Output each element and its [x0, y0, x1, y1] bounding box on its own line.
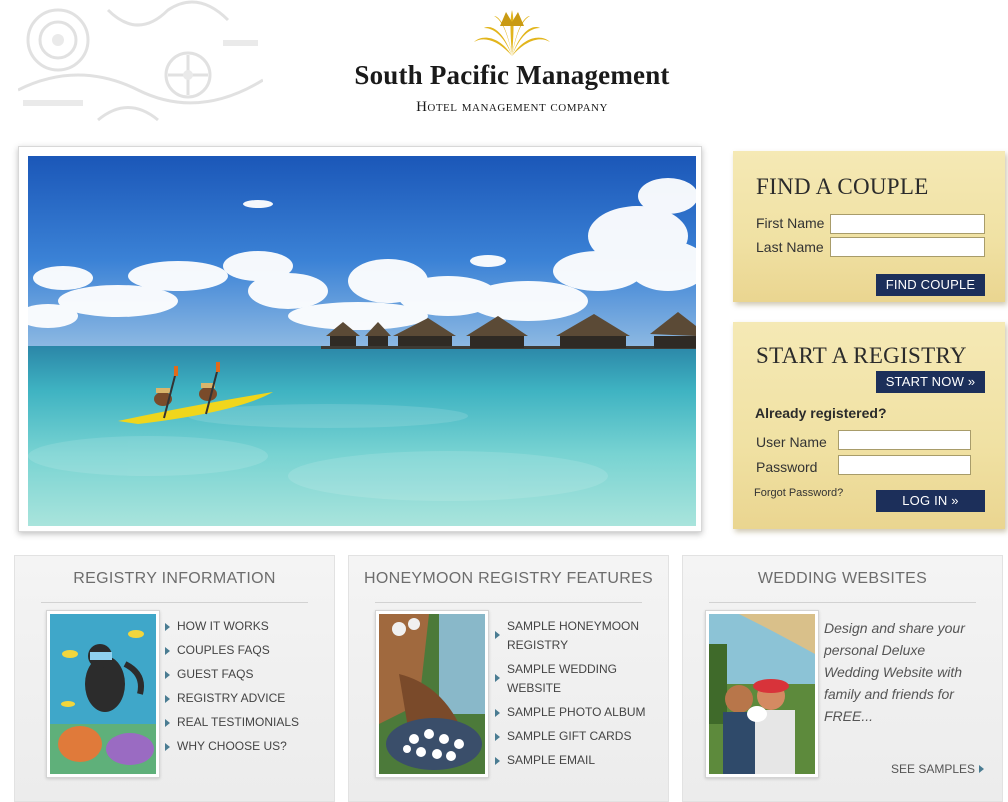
triangle-right-icon [495, 674, 500, 682]
link-label: SAMPLE GIFT CARDS [507, 729, 632, 743]
link-registry-advice[interactable]: REGISTRY ADVICE [165, 689, 299, 708]
link-label: COUPLES FAQS [177, 643, 270, 657]
start-registry-panel: START A REGISTRY START NOW » Already reg… [733, 322, 1005, 529]
wedding-website-tagline: Design and share your personal Deluxe We… [824, 620, 965, 724]
link-sample-photo-album[interactable]: SAMPLE PHOTO ALBUM [495, 703, 655, 722]
link-label: WHY CHOOSE US? [177, 739, 287, 753]
link-guest-faqs[interactable]: GUEST FAQS [165, 665, 299, 684]
link-couples-faqs[interactable]: COUPLES FAQS [165, 641, 299, 660]
link-sample-email[interactable]: SAMPLE EMAIL [495, 751, 655, 770]
wedding-websites-title: WEDDING WEBSITES [757, 570, 928, 587]
find-couple-title: FIND A COUPLE [756, 174, 929, 199]
divider [709, 602, 976, 603]
start-registry-title: START A REGISTRY [756, 343, 967, 368]
hero-frame [18, 146, 702, 532]
link-label: GUEST FAQS [177, 667, 254, 681]
triangle-right-icon [165, 647, 170, 655]
link-label: SAMPLE EMAIL [507, 753, 596, 767]
registry-information-box: REGISTRY INFORMATION HOW IT WORKS COUPLE… [14, 555, 335, 802]
wedding-websites-box: WEDDING WEBSITES Design and share your p… [682, 555, 1003, 802]
login-button[interactable]: LOG IN » [876, 490, 985, 512]
link-label: HOW IT WORKS [177, 619, 269, 633]
triangle-right-icon [165, 695, 170, 703]
triangle-right-icon [495, 631, 500, 639]
honeymoon-features-box: HONEYMOON REGISTRY FEATURES SAMPLE HONEY… [348, 555, 669, 802]
link-label: REGISTRY ADVICE [177, 691, 286, 705]
couple-photo [705, 610, 819, 778]
triangle-right-icon [165, 719, 170, 727]
password-label: Password [756, 459, 818, 475]
brand-name: South Pacific Management [354, 60, 670, 90]
gold-fan-logo-icon [474, 10, 550, 56]
forgot-password-link[interactable]: Forgot Password? [754, 487, 843, 499]
flower-bowl-photo [375, 610, 489, 778]
divider [375, 602, 642, 603]
first-name-label: First Name [756, 215, 825, 231]
password-input[interactable] [838, 455, 971, 475]
triangle-right-icon [495, 733, 500, 741]
link-sample-wedding-website[interactable]: SAMPLE WEDDING WEBSITE [495, 660, 655, 698]
link-why-choose-us[interactable]: WHY CHOOSE US? [165, 737, 299, 756]
triangle-right-icon [495, 709, 500, 717]
link-how-it-works[interactable]: HOW IT WORKS [165, 617, 299, 636]
see-samples-label: SEE SAMPLES [891, 762, 976, 776]
snorkeling-photo [46, 610, 160, 778]
registry-info-links: HOW IT WORKS COUPLES FAQS GUEST FAQS REG… [165, 617, 299, 761]
link-label: SAMPLE PHOTO ALBUM [507, 705, 646, 719]
divider [41, 602, 308, 603]
find-couple-button[interactable]: FIND COUPLE [876, 274, 985, 296]
last-name-input[interactable] [830, 237, 985, 257]
page: South Pacific Management Hotel managemen… [0, 0, 1008, 802]
start-now-button[interactable]: START NOW » [876, 371, 985, 393]
link-label: SAMPLE HONEYMOON REGISTRY [507, 619, 640, 652]
brand-subtitle: Hotel management company [416, 99, 608, 115]
registry-information-title: REGISTRY INFORMATION [73, 570, 276, 587]
link-sample-honeymoon-registry[interactable]: SAMPLE HONEYMOON REGISTRY [495, 617, 655, 655]
see-samples-link[interactable]: SEE SAMPLES [891, 762, 985, 776]
triangle-right-icon [165, 743, 170, 751]
triangle-right-icon [165, 623, 170, 631]
link-label: REAL TESTIMONIALS [177, 715, 300, 729]
username-label: User Name [756, 434, 827, 450]
honeymoon-features-title: HONEYMOON REGISTRY FEATURES [363, 570, 654, 587]
link-real-testimonials[interactable]: REAL TESTIMONIALS [165, 713, 299, 732]
hero-image [28, 156, 696, 526]
find-couple-panel: FIND A COUPLE First Name Last Name FIND … [733, 151, 1005, 302]
triangle-right-icon [165, 671, 170, 679]
triangle-right-icon [495, 757, 500, 765]
last-name-label: Last Name [756, 239, 824, 255]
link-sample-gift-cards[interactable]: SAMPLE GIFT CARDS [495, 727, 655, 746]
honeymoon-features-links: SAMPLE HONEYMOON REGISTRY SAMPLE WEDDING… [495, 617, 655, 775]
username-input[interactable] [838, 430, 971, 450]
first-name-input[interactable] [830, 214, 985, 234]
link-label: SAMPLE WEDDING WEBSITE [507, 662, 618, 695]
triangle-right-icon [979, 765, 985, 773]
already-registered-text: Already registered? [755, 405, 887, 421]
